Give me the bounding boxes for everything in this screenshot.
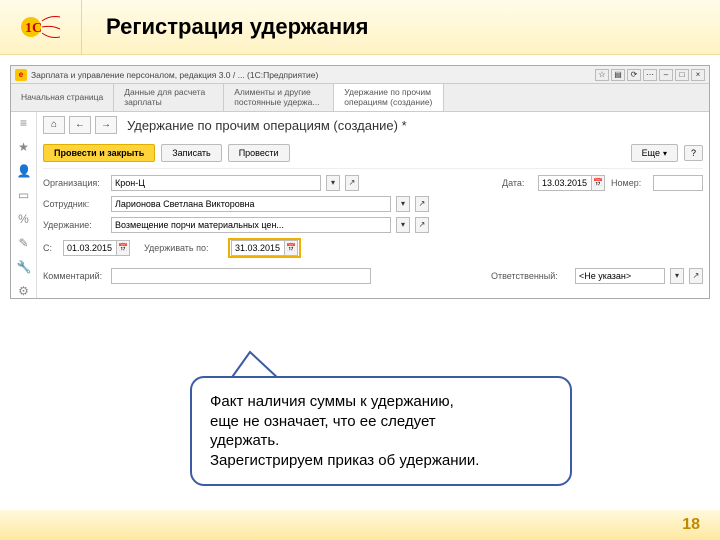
window-tool-3[interactable]: ⟳ — [627, 69, 641, 81]
slide-title: Регистрация удержания — [106, 14, 369, 40]
from-date-input[interactable] — [63, 240, 117, 256]
responsible-select-button[interactable]: ▾ — [670, 268, 684, 284]
post-button[interactable]: Провести — [228, 144, 290, 162]
to-date-highlight: 📅 — [228, 238, 301, 258]
org-select-button[interactable]: ▾ — [326, 175, 340, 191]
page-title: Удержание по прочим операциям (создание)… — [127, 118, 407, 133]
from-label: С: — [43, 243, 57, 253]
org-open-button[interactable]: ↗ — [345, 175, 359, 191]
responsible-open-button[interactable]: ↗ — [689, 268, 703, 284]
section-tabs: Начальная страница Данные для расчета за… — [11, 84, 709, 112]
close-button[interactable]: × — [691, 69, 705, 81]
svg-text:1C: 1C — [25, 21, 42, 36]
number-input[interactable] — [653, 175, 703, 191]
callout-line-1: Факт наличия суммы к удержанию, — [210, 392, 552, 412]
back-button[interactable]: ← — [69, 116, 91, 134]
page-number: 18 — [682, 516, 700, 534]
toolbar: Провести и закрыть Записать Провести Еще… — [43, 138, 703, 169]
to-date-input[interactable] — [231, 240, 285, 256]
hold-label: Удержание: — [43, 220, 105, 230]
maximize-button[interactable]: □ — [675, 69, 689, 81]
forward-button[interactable]: → — [95, 116, 117, 134]
date-label: Дата: — [502, 178, 532, 188]
org-input[interactable] — [111, 175, 321, 191]
help-button[interactable]: ? — [684, 145, 703, 161]
date-picker-button[interactable]: 📅 — [591, 175, 605, 191]
number-label: Номер: — [611, 178, 647, 188]
percent-icon[interactable]: % — [17, 212, 31, 226]
slide-header: 1C Регистрация удержания — [0, 0, 720, 55]
title-bar: e Зарплата и управление персоналом, реда… — [11, 66, 709, 84]
org-label: Организация: — [43, 178, 105, 188]
write-button[interactable]: Записать — [161, 144, 221, 162]
hold-input[interactable] — [111, 217, 391, 233]
wrench-icon[interactable]: 🔧 — [17, 260, 31, 274]
employee-input[interactable] — [111, 196, 391, 212]
money-icon[interactable]: ▭ — [17, 188, 31, 202]
sidebar: ≡ ★ 👤 ▭ % ✎ 🔧 ⚙ — [11, 112, 37, 298]
more-button[interactable]: Еще▾ — [631, 144, 678, 162]
tab-payroll-data[interactable]: Данные для расчета зарплаты — [114, 84, 224, 111]
responsible-label: Ответственный: — [491, 271, 569, 281]
hold-open-button[interactable]: ↗ — [415, 217, 429, 233]
responsible-input[interactable] — [575, 268, 665, 284]
report-icon[interactable]: ✎ — [17, 236, 31, 250]
menu-icon[interactable]: ≡ — [17, 116, 31, 130]
home-button[interactable]: ⌂ — [43, 116, 65, 134]
person-icon[interactable]: 👤 — [17, 164, 31, 178]
callout-line-3: удержать. — [210, 431, 552, 451]
minimize-button[interactable]: – — [659, 69, 673, 81]
hold-select-button[interactable]: ▾ — [396, 217, 410, 233]
tab-home[interactable]: Начальная страница — [11, 84, 114, 111]
form-area: ⌂ ← → Удержание по прочим операциям (соз… — [37, 112, 709, 298]
workspace: ≡ ★ 👤 ▭ % ✎ 🔧 ⚙ ⌂ ← → Удержание по прочи… — [11, 112, 709, 298]
nav-row: ⌂ ← → Удержание по прочим операциям (соз… — [43, 116, 703, 134]
tab-deduction-create[interactable]: Удержание по прочим операциям (создание) — [334, 84, 444, 111]
star-icon[interactable]: ★ — [17, 140, 31, 154]
comment-input[interactable] — [111, 268, 371, 284]
callout: Факт наличия суммы к удержанию, еще не о… — [190, 350, 580, 480]
app-icon: e — [15, 69, 27, 81]
window-tool-1[interactable]: ☆ — [595, 69, 609, 81]
callout-line-4: Зарегистрируем приказ об удержании. — [210, 451, 552, 471]
chevron-down-icon: ▾ — [663, 149, 667, 158]
to-label: Удерживать по: — [144, 243, 222, 253]
comment-label: Комментарий: — [43, 271, 105, 281]
employee-label: Сотрудник: — [43, 199, 105, 209]
app-window: e Зарплата и управление персоналом, реда… — [10, 65, 710, 299]
logo-1c: 1C — [0, 0, 82, 55]
post-and-close-button[interactable]: Провести и закрыть — [43, 144, 155, 162]
window-tool-2[interactable]: ▤ — [611, 69, 625, 81]
date-input[interactable] — [538, 175, 592, 191]
from-date-picker-button[interactable]: 📅 — [116, 240, 130, 256]
to-date-picker-button[interactable]: 📅 — [284, 240, 298, 256]
callout-line-2: еще не означает, что ее следует — [210, 412, 552, 432]
gear-icon[interactable]: ⚙ — [17, 284, 31, 298]
window-title: Зарплата и управление персоналом, редакц… — [31, 70, 591, 80]
employee-select-button[interactable]: ▾ — [396, 196, 410, 212]
window-controls: ☆ ▤ ⟳ ⋯ – □ × — [595, 69, 705, 81]
window-tool-4[interactable]: ⋯ — [643, 69, 657, 81]
callout-body: Факт наличия суммы к удержанию, еще не о… — [190, 376, 572, 486]
employee-open-button[interactable]: ↗ — [415, 196, 429, 212]
slide-footer: 18 — [0, 510, 720, 540]
tab-alimony[interactable]: Алименты и другие постоянные удержа... — [224, 84, 334, 111]
